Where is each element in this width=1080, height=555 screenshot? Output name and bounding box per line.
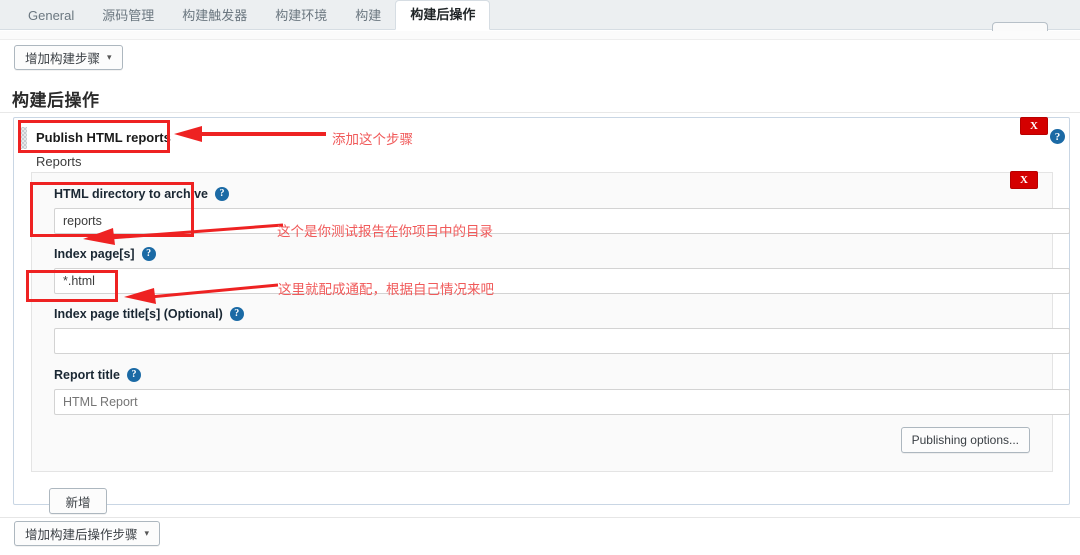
tab-general[interactable]: General (14, 1, 88, 30)
add-report-button[interactable]: 新增 (49, 488, 107, 514)
publishing-options-button[interactable]: Publishing options... (901, 427, 1030, 453)
reports-label: Reports (36, 154, 82, 169)
field-label-index-page-titles: Index page title[s] (Optional) ? (54, 307, 1032, 321)
publishing-options-label: Publishing options... (912, 433, 1019, 447)
field-label-html-directory: HTML directory to archive ? (54, 187, 1032, 201)
add-report-label: 新增 (65, 492, 90, 511)
field-index-pages: Index page[s] ? (54, 247, 1032, 294)
bottom-divider (0, 517, 1080, 518)
annotation-text-wildcard: 这里就配成通配，根据自己情况来吧 (278, 278, 494, 298)
field-label-text: Index page title[s] (Optional) (54, 307, 223, 321)
index-page-titles-input[interactable] (54, 328, 1070, 354)
add-post-build-step-label: 增加构建后操作步骤 (25, 524, 138, 543)
annotation-text-report-directory: 这个是你测试报告在你项目中的目录 (277, 220, 493, 240)
publisher-title: Publish HTML reports (36, 130, 171, 145)
field-html-directory-to-archive: HTML directory to archive ? (54, 187, 1032, 234)
add-build-step-button[interactable]: 增加构建步骤 ▾ (14, 45, 123, 70)
index-pages-input[interactable] (54, 268, 1070, 294)
html-directory-input[interactable] (54, 208, 1070, 234)
add-post-build-step-button[interactable]: 增加构建后操作步骤 ▾ (14, 521, 160, 546)
help-icon[interactable]: ? (230, 307, 244, 321)
tab-build[interactable]: 构建 (341, 1, 395, 30)
drag-handle-icon[interactable] (19, 127, 27, 149)
chevron-down-icon: ▾ (145, 528, 150, 539)
chevron-down-icon: ▾ (107, 52, 112, 63)
field-label-index-pages: Index page[s] ? (54, 247, 1032, 261)
config-tab-bar: General 源码管理 构建触发器 构建环境 构建 构建后操作 (0, 0, 1080, 30)
content-strip (0, 31, 1080, 40)
delete-report-button[interactable]: X (1010, 171, 1038, 189)
field-report-title: Report title ? (54, 368, 1032, 415)
help-icon[interactable]: ? (142, 247, 156, 261)
help-icon[interactable]: ? (215, 187, 229, 201)
annotation-text-add-step: 添加这个步骤 (332, 128, 413, 148)
tab-source-code-management[interactable]: 源码管理 (88, 1, 168, 30)
help-icon[interactable]: ? (1050, 129, 1065, 144)
field-label-text: HTML directory to archive (54, 187, 208, 201)
field-label-report-title: Report title ? (54, 368, 1032, 382)
tab-post-build-actions[interactable]: 构建后操作 (395, 0, 490, 30)
tab-build-environment[interactable]: 构建环境 (261, 1, 341, 30)
heading-divider (0, 112, 1080, 113)
delete-publisher-button[interactable]: X (1020, 117, 1048, 135)
page-title: 构建后操作 (12, 86, 100, 111)
post-build-action-panel: Publish HTML reports Reports HTML direct… (13, 117, 1070, 505)
field-label-text: Report title (54, 368, 120, 382)
tab-build-triggers[interactable]: 构建触发器 (168, 1, 261, 30)
reports-inner-panel: HTML directory to archive ? Index page[s… (31, 172, 1053, 472)
field-label-text: Index page[s] (54, 247, 135, 261)
help-icon[interactable]: ? (127, 368, 141, 382)
field-index-page-titles: Index page title[s] (Optional) ? (54, 307, 1032, 354)
report-title-input[interactable] (54, 389, 1070, 415)
tab-list: General 源码管理 构建触发器 构建环境 构建 构建后操作 (0, 0, 1080, 30)
add-build-step-label: 增加构建步骤 (25, 48, 100, 67)
